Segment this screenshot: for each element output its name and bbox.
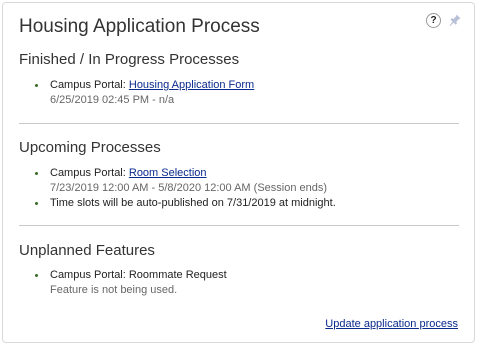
housing-application-form-link[interactable]: Housing Application Form (129, 79, 254, 91)
room-selection-link[interactable]: Room Selection (129, 167, 207, 179)
bullet (35, 172, 38, 175)
divider (19, 123, 459, 124)
unplanned-heading: Unplanned Features (19, 242, 155, 259)
item-date-range: 7/23/2019 12:00 AM - 5/8/2020 12:00 AM (… (50, 182, 328, 194)
upcoming-item-time-slots: Time slots will be auto-published on 7/3… (35, 196, 336, 211)
item-date-range: 6/25/2019 02:45 PM - n/a (50, 94, 175, 106)
finished-heading: Finished / In Progress Processes (19, 51, 240, 68)
upcoming-heading: Upcoming Processes (19, 139, 161, 156)
housing-application-card: Housing Application Process ? Finished /… (2, 2, 475, 343)
pin-icon[interactable] (448, 13, 462, 27)
upcoming-item-room-selection: Campus Portal: Room Selection 7/23/2019 … (35, 166, 327, 196)
roommate-request-label: Campus Portal: Roommate Request (50, 269, 227, 281)
time-slots-note: Time slots will be auto-published on 7/3… (50, 197, 336, 209)
finished-item-housing-form: Campus Portal: Housing Application Form … (35, 78, 254, 108)
bullet (35, 84, 38, 87)
unplanned-item-roommate-request: Campus Portal: Roommate Request Feature … (35, 268, 227, 298)
item-prefix: Campus Portal: (50, 167, 129, 179)
divider (19, 225, 459, 226)
bullet (35, 274, 38, 277)
item-prefix: Campus Portal: (50, 79, 129, 91)
card-title: Housing Application Process (19, 16, 260, 37)
update-application-process-link[interactable]: Update application process (325, 318, 458, 330)
help-icon[interactable]: ? (426, 13, 441, 28)
feature-status-text: Feature is not being used. (50, 284, 178, 296)
bullet (35, 202, 38, 205)
